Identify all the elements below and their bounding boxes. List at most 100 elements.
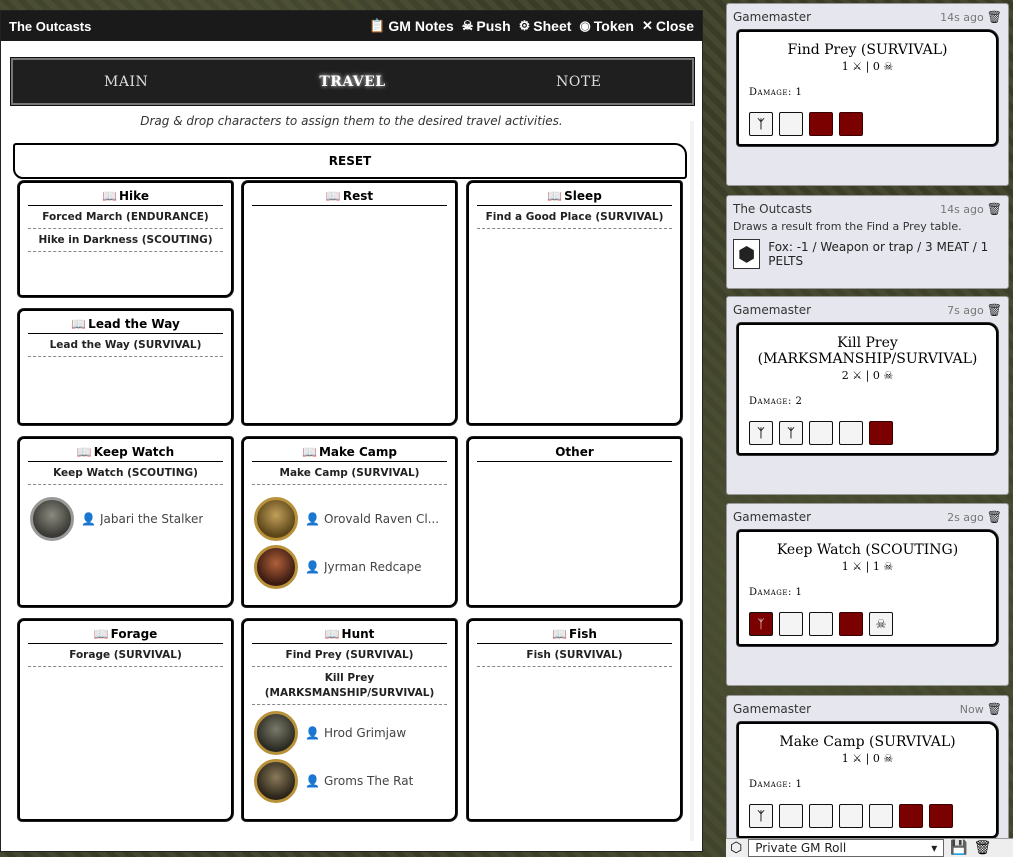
activity-keep-watch[interactable]: 📖 Keep Watch Keep Watch (SCOUTING) 👤 Jaba… [18,437,233,607]
roll-mode-select[interactable]: Private GM Roll ▾ [748,839,945,857]
avatar [254,545,298,589]
book-icon[interactable]: 📖 [325,627,340,641]
chat-message: Gamemaster 2s ago 🗑 Keep Watch (SCOUTING) … [726,503,1009,686]
tab-note[interactable]: NOTE [466,60,692,103]
roll-card: Kill Prey (MARKSMANSHIP/SURVIVAL) 2 ⚔ | … [737,323,998,455]
roll-card: Make Camp (SURVIVAL) 1 ⚔ | 0 ☠ Damage: 1… [737,722,998,838]
skill-find-prey[interactable]: Find Prey (SURVIVAL) [252,644,447,667]
user-icon: 👤 [305,726,320,740]
chat-message: The Outcasts 14s ago 🗑 Draws a result from… [726,195,1009,289]
dice-results: ᛉ [749,804,986,828]
user-icon: 👤 [305,512,320,526]
activity-lead-the-way[interactable]: 📖 Lead the Way Lead the Way (SURVIVAL) [18,309,233,425]
swords-die-icon: ᛉ [749,612,773,636]
activity-rest[interactable]: 📖 Rest [242,181,457,425]
tab-main[interactable]: MAIN [13,60,239,103]
user-circle-icon: ◉ [579,18,591,33]
roll-title: Find Prey (SURVIVAL) [787,42,948,58]
book-icon[interactable]: 📖 [547,189,562,203]
skill-keep-watch[interactable]: Keep Watch (SCOUTING) [28,462,223,485]
skill-find-good-place[interactable]: Find a Good Place (SURVIVAL) [477,206,672,229]
close-button[interactable]: ✕ Close [642,18,694,34]
message-sender: Gamemaster [733,10,812,24]
book-icon[interactable]: 📖 [552,627,567,641]
skill-fish[interactable]: Fish (SURVIVAL) [477,644,672,667]
activity-title: 📖 Fish [477,627,672,644]
book-icon[interactable]: 📖 [77,445,92,459]
reset-button[interactable]: RESET [13,143,687,179]
red-die [869,421,893,445]
roll-title: Keep Watch (SCOUTING) [776,542,959,558]
push-button[interactable]: ☠ Push [462,18,511,34]
character-name: Hrod Grimjaw [323,726,407,740]
character-entry[interactable]: 👤 Jabari the Stalker [30,495,221,543]
gear-icon: ⚙ [518,18,531,33]
red-die [809,112,833,136]
activity-forage[interactable]: 📖 Forage Forage (SURVIVAL) [18,619,233,821]
roll-card: Find Prey (SURVIVAL) 1 ⚔ | 0 ☠ Damage: 1… [737,30,998,146]
chat-message: Gamemaster 14s ago 🗑 Find Prey (SURVIVAL) … [726,3,1009,186]
tab-travel[interactable]: TRAVEL [239,60,465,103]
roll-card: Keep Watch (SCOUTING) 1 ⚔ | 1 ☠ Damage: … [737,530,998,646]
activity-title: 📖 Lead the Way [28,317,223,334]
result-text: Fox: -1 / Weapon or trap / 3 MEAT / 1 PE… [768,240,989,268]
skill-forced-march[interactable]: Forced March (ENDURANCE) [28,206,223,229]
trash-icon[interactable]: 🗑 [987,510,1002,524]
message-time: 14s ago [940,11,984,24]
avatar [30,497,74,541]
book-icon[interactable]: 📖 [71,317,86,331]
roll-title: Make Camp (SURVIVAL) [779,734,956,750]
book-icon[interactable]: 📖 [102,189,117,203]
activity-hunt[interactable]: 📖 Hunt Find Prey (SURVIVAL) Kill Prey (MA… [242,619,457,821]
activity-other[interactable]: Other [467,437,682,607]
activity-title: 📖 Sleep [477,189,672,206]
trash-icon[interactable]: 🗑 [987,303,1002,317]
scrollbar[interactable] [690,121,694,841]
activity-make-camp[interactable]: 📖 Make Camp Make Camp (SURVIVAL) 👤 Oroval… [242,437,457,607]
title-bar[interactable]: The Outcasts 📋 GM Notes ☠ Push ⚙ Sheet ◉ Tok… [1,11,702,41]
activity-title: Other [477,445,672,462]
drag-hint: Drag & drop characters to assign them to… [140,114,563,128]
message-sender: Gamemaster [733,303,812,317]
sheet-button[interactable]: ⚙ Sheet [519,18,572,34]
user-icon: 👤 [81,512,96,526]
chat-log[interactable]: Gamemaster 14s ago 🗑 Find Prey (SURVIVAL) … [724,0,1013,857]
message-time: Now [959,703,984,716]
book-icon[interactable]: 📖 [302,445,317,459]
character-entry[interactable]: 👤 Groms The Rat [254,757,445,805]
blank-die [809,804,833,828]
activity-hike[interactable]: 📖 Hike Forced March (ENDURANCE) Hike in D… [18,181,233,297]
activity-sleep[interactable]: 📖 Sleep Find a Good Place (SURVIVAL) [467,181,682,425]
skill-hike-darkness[interactable]: Hike in Darkness (SCOUTING) [28,229,223,252]
book-icon[interactable]: 📖 [94,627,109,641]
roll-score: 1 ⚔ | 0 ☠ [841,752,894,765]
roll-score: 2 ⚔ | 0 ☠ [841,369,894,382]
skill-kill-prey[interactable]: Kill Prey (MARKSMANSHIP/SURVIVAL) [252,667,447,705]
save-icon[interactable]: 💾 [950,840,967,856]
character-entry[interactable]: 👤 Hrod Grimjaw [254,709,445,757]
avatar [254,759,298,803]
trash-icon[interactable]: 🗑 [987,202,1002,216]
trash-icon[interactable]: 🗑 [987,10,1002,24]
trash-icon[interactable]: 🗑 [987,702,1002,716]
book-icon[interactable]: 📖 [326,189,341,203]
skill-make-camp[interactable]: Make Camp (SURVIVAL) [252,462,447,485]
skill-forage[interactable]: Forage (SURVIVAL) [28,644,223,667]
skull-die-icon: ☠ [869,612,893,636]
roll-score: 1 ⚔ | 0 ☠ [841,60,894,73]
skill-lead-the-way[interactable]: Lead the Way (SURVIVAL) [28,334,223,357]
d20-icon[interactable]: ⬡ [730,840,742,856]
character-entry[interactable]: 👤 Orovald Raven Cl... [254,495,445,543]
roll-title: Kill Prey (MARKSMANSHIP/SURVIVAL) [757,335,978,367]
activity-title: 📖 Hike [28,189,223,206]
chevron-down-icon: ▾ [931,841,938,855]
gm-notes-button[interactable]: 📋 GM Notes [369,18,454,34]
red-die [839,612,863,636]
window-title: The Outcasts [9,18,92,34]
trash-icon[interactable]: 🗑 [974,840,992,856]
avatar [254,497,298,541]
blank-die [779,112,803,136]
token-button[interactable]: ◉ Token [579,18,634,34]
activity-fish[interactable]: 📖 Fish Fish (SURVIVAL) [467,619,682,821]
character-entry[interactable]: 👤 Jyrman Redcape [254,543,445,591]
